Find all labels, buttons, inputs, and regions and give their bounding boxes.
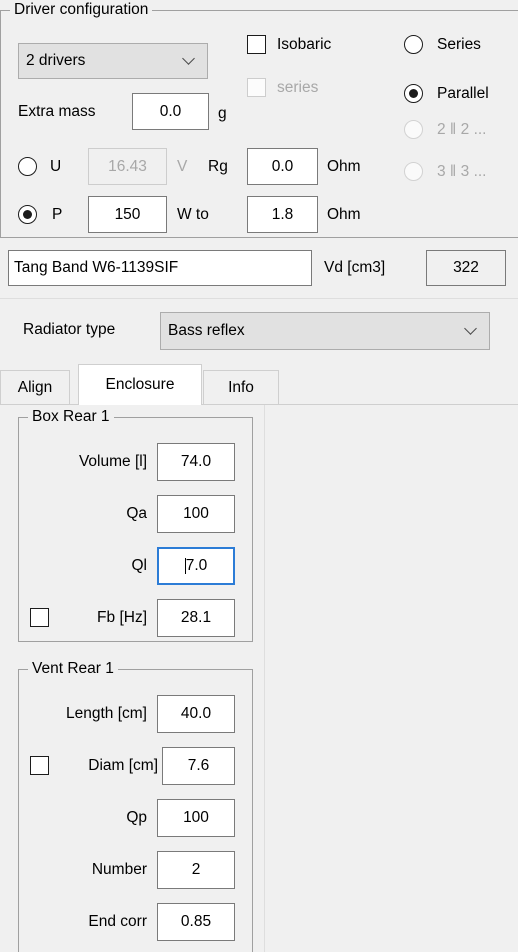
drive-radio-p[interactable]: [18, 205, 37, 224]
tab-info-label: Info: [228, 378, 254, 396]
tab-info[interactable]: Info: [203, 370, 279, 404]
box-qa-input[interactable]: 100: [157, 495, 235, 533]
box-fb-input[interactable]: 28.1: [157, 599, 235, 637]
drive-p-label: P: [52, 206, 63, 223]
extra-mass-value: 0.0: [159, 102, 182, 120]
chevron-down-icon: [466, 324, 477, 335]
vent-diam-label: Diam [cm]: [88, 757, 158, 774]
vent-number-value: 2: [191, 861, 201, 879]
tab-enclosure[interactable]: Enclosure: [78, 364, 202, 405]
wiring-radio-parallel[interactable]: [404, 84, 423, 103]
vent-end-corr-input[interactable]: 0.85: [157, 903, 235, 941]
drive-rg-value: 0.0: [271, 157, 294, 175]
driver-configuration-title: Driver configuration: [10, 0, 153, 19]
vent-diam-checkbox[interactable]: [30, 756, 49, 775]
vent-diam-input[interactable]: 7.6: [162, 747, 235, 785]
vent-length-value: 40.0: [180, 705, 212, 723]
vd-value: 322: [453, 259, 479, 277]
section-divider: [0, 298, 518, 299]
box-rear-title: Box Rear 1: [28, 407, 114, 426]
drive-u-unit: V: [177, 158, 188, 175]
box-volume-input[interactable]: 74.0: [157, 443, 235, 481]
vent-number-label: Number: [91, 861, 147, 878]
chevron-down-icon: [184, 54, 195, 65]
tabstrip: Align Enclosure Info: [0, 364, 518, 405]
wiring-series-label: Series: [437, 36, 481, 53]
vent-qp-value: 100: [183, 809, 209, 827]
wiring-radio-series[interactable]: [404, 35, 423, 54]
drive-p-input[interactable]: 150: [88, 196, 167, 233]
extra-mass-label: Extra mass: [18, 103, 96, 120]
vent-rear-title: Vent Rear 1: [28, 659, 118, 678]
drive-u-label: U: [50, 158, 62, 175]
extra-mass-input[interactable]: 0.0: [132, 93, 209, 130]
vent-length-label: Length [cm]: [66, 705, 147, 722]
wiring-parallel-label: Parallel: [437, 85, 489, 102]
drive-u-value: 16.43: [108, 157, 147, 175]
box-fb-value: 28.1: [180, 609, 212, 627]
wiring-2x2-label: 2 ‖ 2 ...: [437, 121, 487, 138]
isobaric-checkbox[interactable]: [247, 35, 266, 54]
wiring-radio-3x3: [404, 162, 423, 181]
isobaric-series-checkbox: [247, 78, 266, 97]
drive-radio-u[interactable]: [18, 157, 37, 176]
driver-name-input[interactable]: Tang Band W6-1139SIF: [8, 250, 312, 286]
box-fb-label: Fb [Hz]: [97, 609, 147, 626]
radiator-type-label: Radiator type: [23, 321, 116, 338]
vent-diam-value: 7.6: [187, 757, 210, 775]
box-qa-label: Qa: [126, 505, 147, 522]
drive-p-load-unit: Ohm: [327, 206, 361, 223]
driver-name-value: Tang Band W6-1139SIF: [14, 259, 179, 277]
vent-number-input[interactable]: 2: [157, 851, 235, 889]
box-ql-value: 7.0: [185, 557, 208, 575]
vent-qp-input[interactable]: 100: [157, 799, 235, 837]
isobaric-label: Isobaric: [277, 36, 332, 53]
radiator-type-select[interactable]: Bass reflex: [160, 312, 490, 350]
panel-divider: [264, 405, 265, 952]
drive-p-load-value: 1.8: [271, 205, 294, 223]
box-fb-checkbox[interactable]: [30, 608, 49, 627]
extra-mass-unit: g: [218, 105, 227, 122]
drive-rg-label: Rg: [208, 158, 228, 175]
drive-p-value: 150: [114, 205, 141, 223]
tab-align[interactable]: Align: [0, 370, 70, 404]
vent-end-corr-label: End corr: [88, 913, 147, 930]
vd-input: 322: [426, 250, 506, 286]
vent-length-input[interactable]: 40.0: [157, 695, 235, 733]
box-ql-input[interactable]: 7.0: [157, 547, 235, 585]
drive-p-load-input[interactable]: 1.8: [247, 196, 318, 233]
drive-rg-unit: Ohm: [327, 158, 361, 175]
isobaric-series-label: series: [277, 79, 319, 96]
tab-enclosure-label: Enclosure: [105, 376, 175, 393]
tab-align-label: Align: [17, 378, 53, 396]
box-volume-label: Volume [l]: [78, 453, 147, 470]
wiring-radio-2x2: [404, 120, 423, 139]
radiator-type-value: Bass reflex: [168, 322, 245, 339]
drivers-count-value: 2 drivers: [26, 52, 86, 69]
drive-p-unit: W to: [177, 206, 209, 223]
drive-u-input: 16.43: [88, 148, 167, 185]
vd-label: Vd [cm3]: [324, 259, 386, 276]
drive-rg-input[interactable]: 0.0: [247, 148, 318, 185]
vent-qp-label: Qp: [126, 809, 147, 826]
box-qa-value: 100: [183, 505, 209, 523]
wiring-3x3-label: 3 ‖ 3 ...: [437, 163, 487, 180]
box-ql-label: Ql: [131, 557, 148, 574]
box-volume-value: 74.0: [180, 453, 212, 471]
drivers-count-select[interactable]: 2 drivers: [18, 43, 208, 79]
vent-end-corr-value: 0.85: [180, 913, 212, 931]
